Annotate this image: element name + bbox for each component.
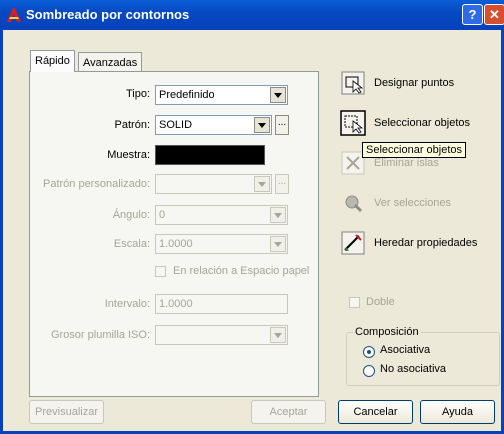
- muestra-swatch[interactable]: [155, 145, 265, 165]
- patron-personalizado-select[interactable]: [155, 174, 272, 194]
- angulo-select[interactable]: 0: [155, 205, 288, 225]
- grosor-select[interactable]: [155, 325, 288, 345]
- close-button[interactable]: ✕: [484, 4, 504, 25]
- seleccionar-objetos-icon[interactable]: [340, 110, 366, 136]
- autocad-app-icon: [7, 8, 21, 22]
- muestra-label: Muestra:: [107, 149, 150, 161]
- heredar-propiedades-icon[interactable]: [340, 230, 366, 256]
- eliminar-islas-label[interactable]: Eliminar islas: [374, 157, 439, 169]
- grosor-label: Grosor plumilla ISO:: [50, 329, 150, 341]
- patron-value: SOLID: [159, 119, 193, 131]
- chevron-down-icon[interactable]: [254, 117, 270, 133]
- no-asociativa-radio[interactable]: [363, 365, 375, 377]
- intervalo-label: Intervalo:: [104, 298, 150, 310]
- escala-value: 1.0000: [159, 238, 193, 250]
- title-bar[interactable]: Sombreado por contornos ? ✕: [0, 0, 504, 30]
- tab-avanzadas[interactable]: Avanzadas: [78, 52, 143, 72]
- escala-select[interactable]: 1.0000: [155, 234, 288, 254]
- ver-selecciones-icon[interactable]: [340, 190, 366, 216]
- chevron-down-icon[interactable]: [270, 87, 286, 103]
- tipo-label: Tipo:: [125, 88, 150, 100]
- chevron-down-icon: [270, 236, 286, 252]
- chevron-down-icon: [270, 207, 286, 223]
- help-title-button[interactable]: ?: [462, 4, 483, 25]
- cancelar-button[interactable]: Cancelar: [338, 400, 413, 424]
- previsualizar-button[interactable]: Previsualizar: [29, 400, 104, 424]
- angulo-label: Ángulo:: [112, 209, 150, 221]
- patron-browse-button[interactable]: ...: [275, 115, 289, 135]
- relacion-espacio-papel-checkbox[interactable]: [155, 266, 166, 277]
- escala-label: Escala:: [113, 238, 150, 250]
- ayuda-button[interactable]: Ayuda: [420, 400, 495, 424]
- tab-rapido[interactable]: Rápido: [30, 50, 75, 72]
- patron-label: Patrón:: [114, 119, 150, 131]
- window-title: Sombreado por contornos: [26, 7, 190, 22]
- relacion-espacio-papel-label: En relación a Espacio papel: [173, 265, 310, 277]
- designar-puntos-icon[interactable]: [340, 70, 366, 96]
- asociativa-radio[interactable]: [363, 346, 375, 358]
- intervalo-input[interactable]: 1.0000: [155, 294, 288, 314]
- seleccionar-objetos-label[interactable]: Seleccionar objetos: [374, 117, 470, 129]
- ver-selecciones-label[interactable]: Ver selecciones: [374, 197, 451, 209]
- tipo-select[interactable]: Predefinido: [155, 85, 288, 105]
- composicion-legend: Composición: [353, 326, 421, 338]
- doble-checkbox[interactable]: [349, 297, 360, 308]
- tipo-value: Predefinido: [159, 89, 215, 101]
- intervalo-value: 1.0000: [159, 298, 193, 310]
- tooltip: Seleccionar objetos: [362, 142, 467, 158]
- no-asociativa-label[interactable]: No asociativa: [380, 363, 446, 375]
- chevron-down-icon: [254, 176, 270, 192]
- patron-select[interactable]: SOLID: [155, 115, 272, 135]
- heredar-propiedades-label[interactable]: Heredar propiedades: [374, 237, 477, 249]
- chevron-down-icon: [270, 327, 286, 343]
- designar-puntos-label[interactable]: Designar puntos: [374, 77, 454, 89]
- asociativa-label[interactable]: Asociativa: [380, 344, 430, 356]
- patron-personalizado-label: Patrón personalizado:: [42, 178, 150, 190]
- patron-personalizado-browse-button[interactable]: ...: [275, 174, 289, 194]
- aceptar-button[interactable]: Aceptar: [251, 400, 326, 424]
- composicion-group: Composición: [346, 326, 500, 386]
- angulo-value: 0: [159, 209, 166, 221]
- doble-label: Doble: [366, 296, 395, 308]
